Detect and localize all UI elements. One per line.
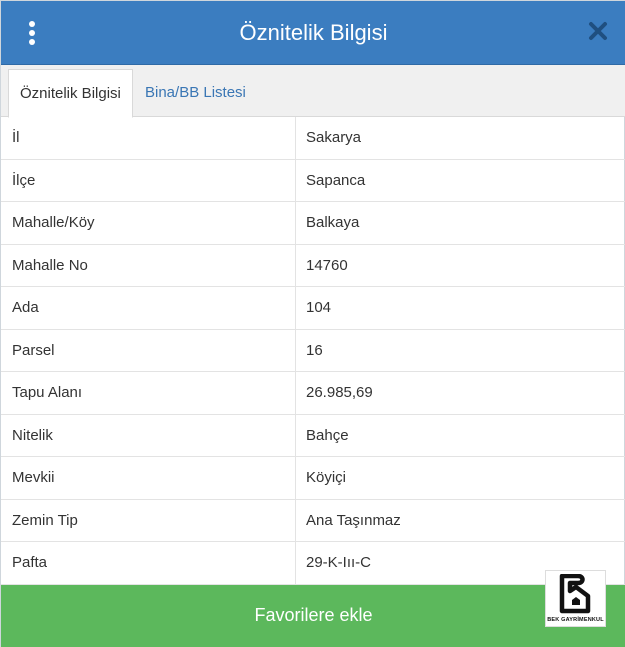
table-row: Ada 104 — [1, 287, 625, 330]
row-label: Nitelik — [12, 426, 53, 444]
row-label: Mevkii — [12, 469, 55, 486]
row-value: Köyiçi — [306, 469, 347, 486]
table-row: Zemin Tip Ana Taşınmaz — [1, 499, 625, 542]
row-value: 29-K-Iıı-C — [306, 554, 372, 571]
row-value: Bahçe — [306, 426, 349, 444]
table-row: Mahalle No 14760 — [1, 244, 625, 287]
table-row: Nitelik Bahçe — [1, 414, 625, 457]
attribute-table: İl Sakarya İlçe Sapanca Mahalle/Köy Balk… — [1, 117, 625, 585]
row-label: Zemin Tip — [12, 511, 78, 529]
row-label: Tapu Alanı — [12, 384, 83, 401]
tab-bar: Öznitelik Bilgisi Bina/BB Listesi — [1, 65, 625, 118]
dialog-header: Öznitelik Bilgisi — [1, 1, 625, 65]
dialog-title: Öznitelik Bilgisi — [239, 20, 388, 45]
table-row: İlçe Sapanca — [1, 159, 625, 202]
row-value: 14760 — [306, 256, 348, 274]
table-row: Mevkii Köyiçi — [1, 457, 625, 500]
table-row: Parsel 16 — [1, 329, 625, 372]
row-label: İlçe — [12, 171, 36, 189]
row-value: Sapanca — [306, 171, 366, 189]
logo-text: BEK GAYRİMENKUL — [547, 617, 604, 623]
row-label: Mahalle No — [12, 256, 88, 274]
close-icon[interactable] — [588, 21, 610, 43]
table-row: Tapu Alanı 26.985,69 — [1, 372, 625, 415]
row-value: 16 — [306, 341, 323, 359]
tab-attribute-info[interactable]: Öznitelik Bilgisi — [8, 69, 133, 118]
attribute-info-dialog: Öznitelik Bilgisi Öznitelik Bilgisi Bina… — [0, 0, 625, 647]
row-value: 26.985,69 — [306, 384, 373, 401]
row-label: Mahalle/Köy — [12, 214, 95, 231]
table-row: Pafta 29-K-Iıı-C — [1, 542, 625, 585]
row-value: Sakarya — [306, 129, 362, 146]
row-value: 104 — [306, 299, 332, 316]
table-row: Mahalle/Köy Balkaya — [1, 202, 625, 245]
table-row: İl Sakarya — [1, 117, 625, 160]
row-value: Ana Taşınmaz — [306, 511, 401, 529]
brand-logo: BEK GAYRİMENKUL — [545, 570, 606, 627]
row-label: Ada — [12, 299, 39, 316]
row-label: Pafta — [12, 554, 48, 571]
row-label: İl — [12, 129, 20, 146]
logo-mark-icon — [559, 574, 591, 614]
row-label: Parsel — [12, 341, 55, 359]
row-value: Balkaya — [306, 214, 360, 231]
tab-building-list[interactable]: Bina/BB Listesi — [134, 69, 257, 118]
add-to-favorites-button[interactable]: Favorilere ekle — [1, 585, 625, 647]
